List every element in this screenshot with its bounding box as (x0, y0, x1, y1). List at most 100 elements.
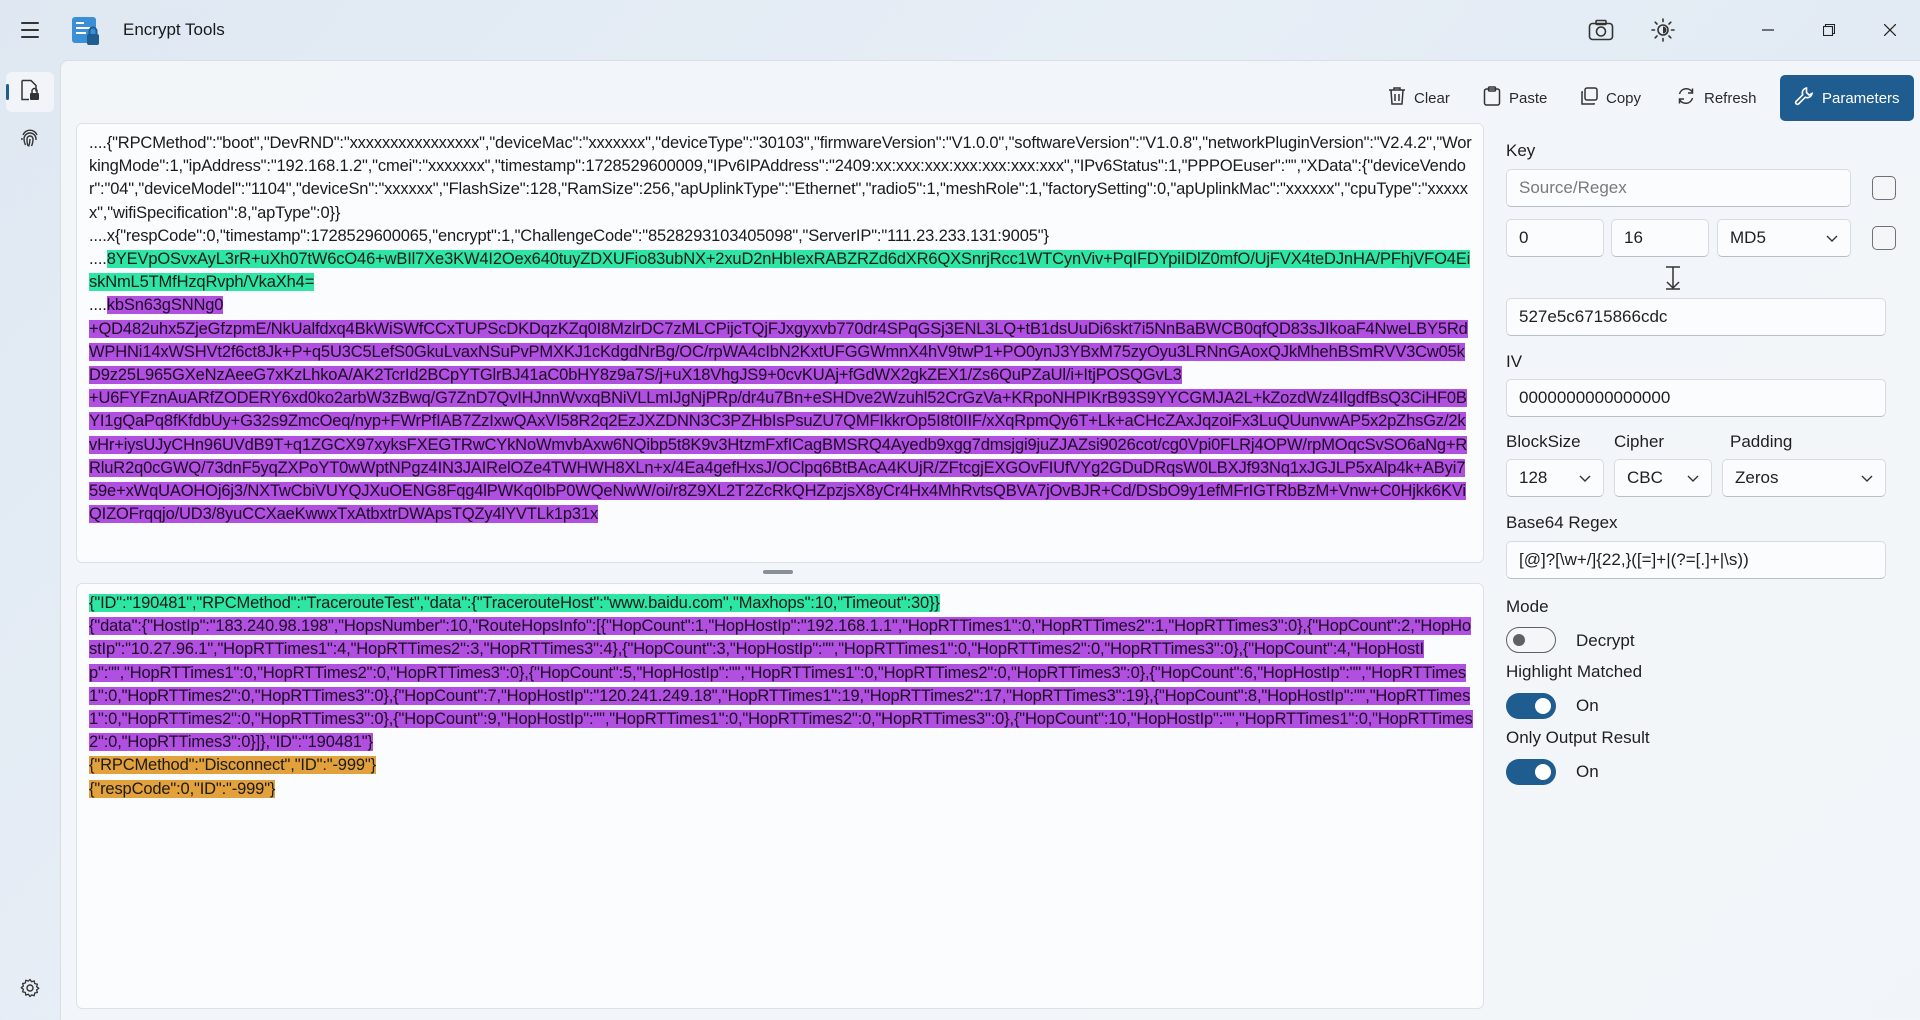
line-text: {"RPCMethod":"Disconnect","ID":"-999"} (89, 756, 376, 775)
paste-label: Paste (1509, 89, 1548, 107)
line-prefix: .... (89, 250, 107, 269)
app-title: Encrypt Tools (123, 20, 225, 39)
cipher-label: Cipher (1614, 432, 1665, 451)
main-surface: Clear Paste Copy Refresh Parameters ....… (60, 60, 1920, 1020)
highlight-matched-state: On (1576, 696, 1599, 715)
key-output-value: 527e5c6715866cdc (1519, 307, 1668, 326)
padding-label: Padding (1730, 432, 1793, 451)
source-regex-placeholder: Source/Regex (1519, 178, 1627, 197)
refresh-icon (1676, 86, 1696, 110)
base64-regex-label: Base64 Regex (1506, 513, 1618, 532)
base64-regex-input[interactable]: [@]?[\w+/]{22,}([=]+|(?=[.]+|\s)) (1506, 541, 1886, 579)
editor-line: ....8YEVpOSvxAyL3rR+uXh07tW6cO46+wBIl7Xe… (89, 248, 1473, 294)
splitter-handle[interactable] (763, 570, 793, 574)
cipher-value: CBC (1627, 468, 1663, 487)
editor-line: +QD482uhx5ZjeGfzpmE/NkUalfdxq4BkWiSWfCCx… (89, 318, 1473, 388)
hash-value: MD5 (1730, 228, 1766, 247)
blocksize-label: BlockSize (1506, 432, 1581, 451)
nav-rail (0, 60, 60, 1020)
editor-line: ....{"RPCMethod":"boot","DevRND":"xxxxxx… (89, 132, 1473, 225)
line-text: kbSn63gSNNg0 (106, 296, 224, 315)
key-length-value: 16 (1624, 228, 1643, 247)
refresh-label: Refresh (1704, 89, 1757, 107)
line-text: {"data":{"HostIp":"183.240.98.198","Hops… (89, 617, 1473, 752)
key-output-field[interactable]: 527e5c6715866cdc (1506, 298, 1886, 336)
key-label: Key (1506, 141, 1536, 160)
clipboard-icon (1483, 86, 1501, 110)
blocksize-select[interactable]: 128 (1506, 459, 1604, 497)
key-length-input[interactable]: 16 (1611, 219, 1709, 257)
cipher-select[interactable]: CBC (1614, 459, 1712, 497)
refresh-button[interactable]: Refresh (1676, 75, 1757, 121)
editor-line: {"data":{"HostIp":"183.240.98.198","Hops… (89, 615, 1473, 754)
arrow-down-bar-icon[interactable] (1663, 265, 1683, 296)
toolbar: Clear Paste Copy Refresh Parameters (61, 75, 1920, 121)
output-editor[interactable]: {"ID":"190481","RPCMethod":"TracerouteTe… (76, 583, 1484, 1009)
padding-value: Zeros (1735, 468, 1779, 487)
mode-toggle[interactable] (1506, 627, 1556, 653)
copy-button[interactable]: Copy (1580, 75, 1641, 121)
highlight-matched-label: Highlight Matched (1506, 662, 1643, 681)
mode-label: Mode (1506, 597, 1549, 616)
nav-item-fingerprint[interactable] (6, 120, 54, 160)
editor-line: +U6FYFznAuARfZODERY6xd0ko2arbW3zBwq/G7Zn… (89, 387, 1473, 526)
wrench-icon (1794, 86, 1814, 110)
editor-line: {"ID":"190481","RPCMethod":"TracerouteTe… (89, 592, 1473, 615)
parameters-panel: Key Source/Regex 0 16 MD5 527e5c6715866c… (1506, 141, 1920, 1020)
line-text: {"respCode":0,"ID":"-999"} (89, 779, 276, 798)
line-text: ....x{"respCode":0,"timestamp":172852960… (89, 226, 1049, 245)
camera-icon[interactable] (1583, 12, 1619, 48)
parameters-button[interactable]: Parameters (1780, 75, 1914, 121)
brightness-icon[interactable] (1645, 12, 1681, 48)
parameters-label: Parameters (1822, 89, 1900, 107)
iv-input[interactable]: 0000000000000000 (1506, 379, 1886, 417)
hash-select[interactable]: MD5 (1717, 219, 1851, 257)
highlight-matched-toggle[interactable] (1506, 693, 1556, 719)
close-icon[interactable] (1867, 10, 1913, 50)
minimize-icon[interactable] (1745, 10, 1791, 50)
copy-icon (1580, 87, 1598, 109)
only-output-label: Only Output Result (1506, 728, 1650, 747)
iv-value: 0000000000000000 (1519, 388, 1671, 407)
line-prefix: .... (89, 296, 107, 315)
only-output-state: On (1576, 762, 1599, 781)
copy-label: Copy (1606, 89, 1642, 107)
title-bar: Encrypt Tools (0, 0, 1920, 60)
line-text: {"ID":"190481","RPCMethod":"TracerouteTe… (89, 594, 940, 612)
chevron-down-icon (1826, 228, 1838, 248)
only-output-toggle[interactable] (1506, 759, 1556, 785)
source-regex-checkbox[interactable] (1872, 176, 1896, 200)
base64-regex-value: [@]?[\w+/]{22,}([=]+|(?=[.]+|\s)) (1519, 550, 1749, 569)
source-regex-input[interactable]: Source/Regex (1506, 169, 1851, 207)
paste-button[interactable]: Paste (1483, 75, 1547, 121)
nav-item-settings[interactable] (6, 970, 54, 1010)
clear-label: Clear (1414, 89, 1450, 107)
key-start-input[interactable]: 0 (1506, 219, 1604, 257)
chevron-down-icon (1861, 468, 1873, 488)
iv-label: IV (1506, 352, 1523, 371)
hamburger-icon[interactable] (14, 14, 46, 46)
input-editor[interactable]: ....{"RPCMethod":"boot","DevRND":"xxxxxx… (76, 123, 1484, 563)
padding-select[interactable]: Zeros (1722, 459, 1886, 497)
fingerprint-icon (19, 127, 41, 154)
chevron-down-icon (1579, 468, 1591, 488)
gear-icon (20, 978, 40, 1003)
nav-item-encrypt[interactable] (6, 72, 54, 112)
editor-line: ....x{"respCode":0,"timestamp":172852960… (89, 225, 1473, 248)
hash-checkbox[interactable] (1872, 226, 1896, 250)
key-start-value: 0 (1519, 228, 1529, 247)
mode-state: Decrypt (1576, 631, 1635, 650)
trash-icon (1388, 86, 1406, 110)
line-text: 8YEVpOSvxAyL3rR+uXh07tW6cO46+wBIl7Xe3KW4… (89, 250, 1471, 292)
line-text: +QD482uhx5ZjeGfzpmE/NkUalfdxq4BkWiSWfCCx… (89, 319, 1468, 385)
document-lock-icon (20, 79, 40, 106)
line-text: +U6FYFznAuARfZODERY6xd0ko2arbW3zBwq/G7Zn… (89, 389, 1468, 524)
line-text: ....{"RPCMethod":"boot","DevRND":"xxxxxx… (89, 134, 1472, 222)
editor-line: {"respCode":0,"ID":"-999"} (89, 778, 1473, 801)
blocksize-value: 128 (1519, 468, 1548, 487)
app-logo-icon (70, 15, 102, 47)
chevron-down-icon (1687, 468, 1699, 488)
restore-icon[interactable] (1806, 10, 1852, 50)
editor-line: {"RPCMethod":"Disconnect","ID":"-999"} (89, 754, 1473, 777)
clear-button[interactable]: Clear (1388, 75, 1450, 121)
